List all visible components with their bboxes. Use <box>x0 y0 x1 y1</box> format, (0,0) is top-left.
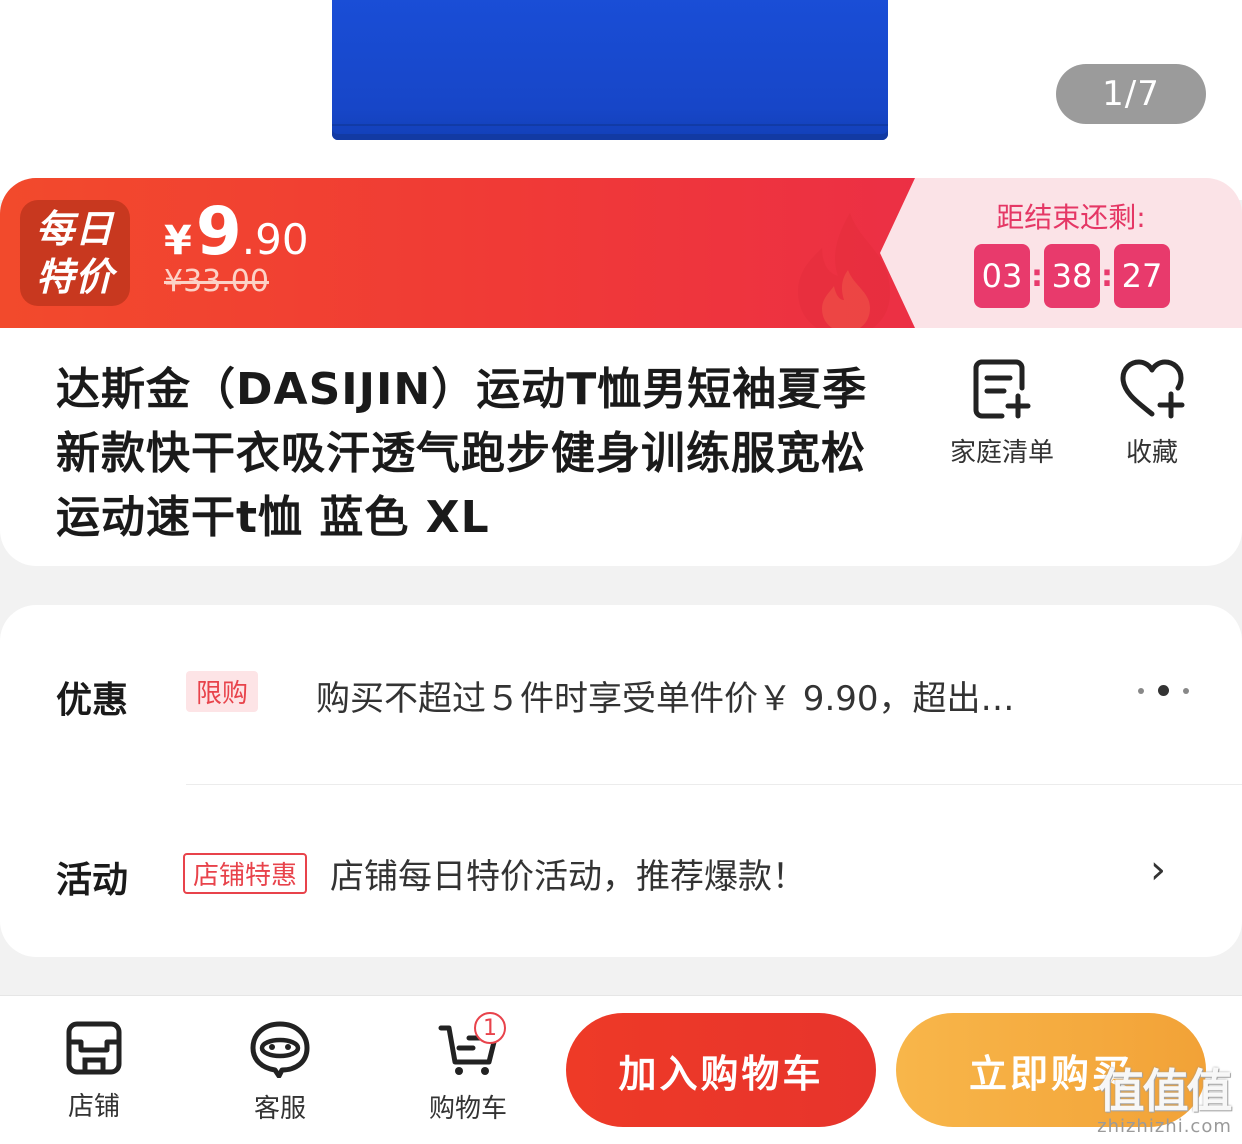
shop-nav-button[interactable]: 店铺 <box>34 1020 154 1123</box>
product-title: 达斯金（DASIJIN）运动T恤男短袖夏季新款快干衣吸汗透气跑步健身训练服宽松运… <box>56 364 868 543</box>
currency-symbol: ¥ <box>164 218 192 264</box>
price-banner: 每日 特价 ¥ 9 .90 ¥33.00 距结束还剩: 03 : 38 : 27 <box>0 178 1242 328</box>
discount-label: 优惠 <box>56 680 129 721</box>
original-price: ¥33.00 <box>164 264 269 299</box>
watermark-url: zhizhizhi.com <box>1097 1116 1232 1137</box>
badge-line-2: 特价 <box>35 255 114 299</box>
watermark-logo: 值值值 <box>1098 1064 1233 1118</box>
cart-label: 购物车 <box>428 1094 507 1124</box>
daily-deal-badge: 每日 特价 <box>20 200 130 306</box>
current-price: ¥ 9 .90 <box>164 196 309 268</box>
price-banner-red <box>0 178 915 328</box>
cart-count-badge: 1 <box>474 1012 506 1044</box>
countdown-separator: : <box>1031 258 1043 294</box>
family-list-button[interactable]: 家庭清单 <box>937 358 1067 469</box>
family-list-label: 家庭清单 <box>949 438 1054 468</box>
cart-nav-button[interactable]: 1 购物车 <box>408 1012 528 1125</box>
bottom-action-bar: 店铺 客服 1 购物车 加入购物车 立即购买 <box>0 995 1242 1144</box>
countdown-separator: : <box>1101 258 1113 294</box>
badge-line-1: 每日 <box>35 207 114 251</box>
countdown-label: 距结束还剩: <box>996 201 1146 234</box>
product-title-card: 达斯金（DASIJIN）运动T恤男短袖夏季新款快干衣吸汗透气跑步健身训练服宽松运… <box>0 328 1242 566</box>
divider <box>186 784 1242 785</box>
price-decimal: .90 <box>241 215 309 264</box>
add-to-cart-button[interactable]: 加入购物车 <box>566 1013 876 1127</box>
shop-icon <box>66 1021 122 1075</box>
price-integer: 9 <box>195 193 242 270</box>
product-image <box>332 0 888 140</box>
customer-service-button[interactable]: 客服 <box>220 1020 340 1125</box>
countdown-timer: 03 : 38 : 27 <box>974 244 1170 308</box>
service-label: 客服 <box>253 1094 306 1124</box>
promotion-card: 优惠 限购 购买不超过５件时享受单件价￥ 9.90，超出… 活动 店铺特惠 店铺… <box>0 605 1242 957</box>
watermark: 值值值 zhizhizhi.com <box>1092 1066 1237 1137</box>
shop-deal-tag: 店铺特惠 <box>183 853 308 894</box>
shop-label: 店铺 <box>67 1092 120 1122</box>
countdown-hours: 03 <box>974 244 1030 308</box>
product-image-gallery[interactable]: 1/7 <box>0 0 1242 200</box>
limit-tag: 限购 <box>186 671 259 712</box>
flame-icon <box>798 213 890 328</box>
countdown-seconds: 27 <box>1114 244 1170 308</box>
heart-plus-icon <box>1120 359 1185 419</box>
favorite-button[interactable]: 收藏 <box>1087 358 1217 469</box>
image-pager: 1/7 <box>1056 64 1206 124</box>
activity-label: 活动 <box>56 860 129 901</box>
favorite-label: 收藏 <box>1125 438 1178 468</box>
more-dots-icon[interactable] <box>1138 685 1189 696</box>
activity-text[interactable]: 店铺每日特价活动，推荐爆款！ <box>330 849 806 898</box>
countdown-minutes: 38 <box>1044 244 1100 308</box>
customer-service-icon <box>250 1021 310 1078</box>
discount-text[interactable]: 购买不超过５件时享受单件价￥ 9.90，超出… <box>316 671 1015 720</box>
family-list-icon <box>973 359 1031 419</box>
chevron-right-icon[interactable]: › <box>1150 847 1166 893</box>
